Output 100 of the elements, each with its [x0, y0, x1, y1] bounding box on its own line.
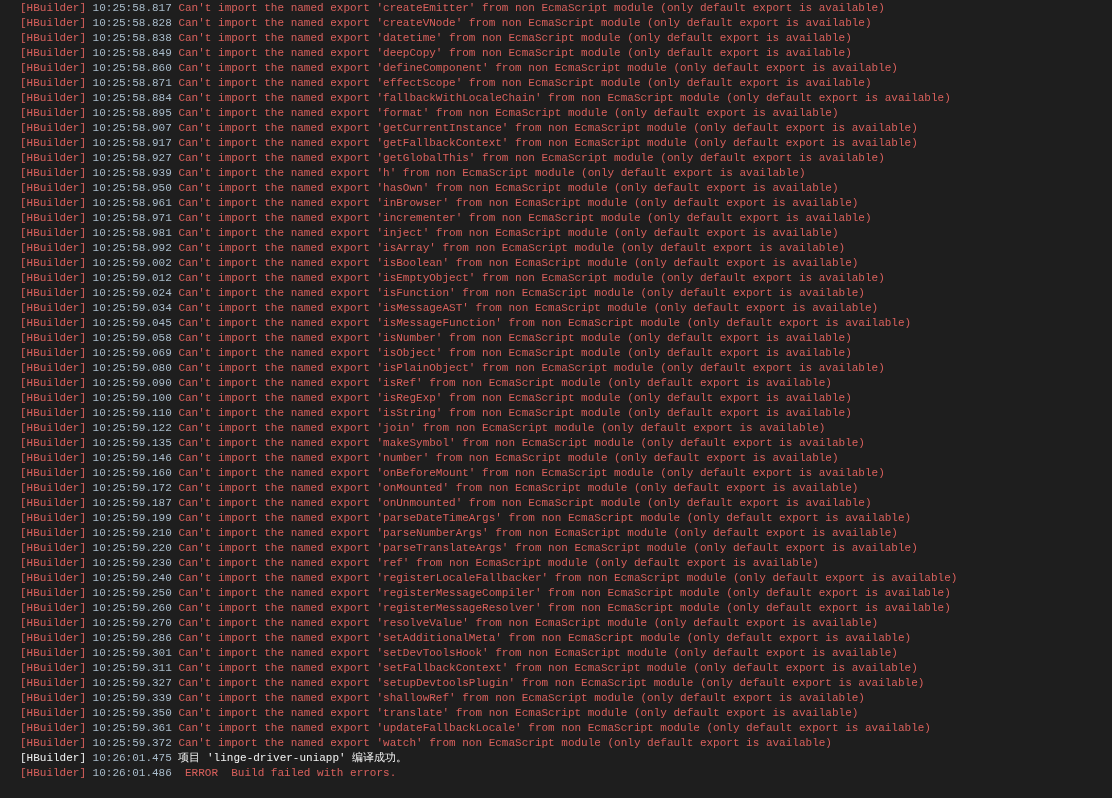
log-timestamp: 10:25:58.939: [92, 166, 172, 181]
log-message: Can't import the named export 'parseTranslateArgs' from non EcmaScript module (only default export is available): [178, 541, 918, 556]
log-timestamp: 10:25:59.034: [92, 301, 172, 316]
log-source: [HBuilder]: [20, 616, 86, 631]
log-source: [HBuilder]: [20, 631, 86, 646]
log-source: [HBuilder]: [20, 331, 86, 346]
log-message: Can't import the named export 'getCurrentInstance' from non EcmaScript module (only default export is available): [178, 121, 918, 136]
log-message: Can't import the named export 'deepCopy' from non EcmaScript module (only default export is available): [178, 46, 852, 61]
log-timestamp: 10:25:59.090: [92, 376, 172, 391]
log-source: [HBuilder]: [20, 211, 86, 226]
log-source: [HBuilder]: [20, 241, 86, 256]
log-timestamp: 10:25:59.210: [92, 526, 172, 541]
log-message: Can't import the named export 'setDevToolsHook' from non EcmaScript module (only default export is available): [178, 646, 898, 661]
log-message: Can't import the named export 'setupDevtoolsPlugin' from non EcmaScript module (only default export is available): [178, 676, 925, 691]
log-source: [HBuilder]: [20, 721, 86, 736]
log-timestamp: 10:25:59.339: [92, 691, 172, 706]
log-timestamp: 10:25:59.250: [92, 586, 172, 601]
log-source: [HBuilder]: [20, 301, 86, 316]
log-message: Can't import the named export 'setFallbackContext' from non EcmaScript module (only default export is available): [178, 661, 918, 676]
log-timestamp: 10:25:59.058: [92, 331, 172, 346]
log-message: Can't import the named export 'translate' from non EcmaScript module (only default export is available): [178, 706, 859, 721]
log-message: Can't import the named export 'isMessageAST' from non EcmaScript module (only default export is available): [178, 301, 879, 316]
log-message: Can't import the named export 'isRegExp' from non EcmaScript module (only default export is available): [178, 391, 852, 406]
log-timestamp: 10:25:59.301: [92, 646, 172, 661]
log-message: Can't import the named export 'registerMessageCompiler' from non EcmaScript module (only default export is available): [178, 586, 951, 601]
log-message: Can't import the named export 'defineComponent' from non EcmaScript module (only default export is available): [178, 61, 898, 76]
log-timestamp: 10:25:59.199: [92, 511, 172, 526]
log-timestamp: 10:25:59.361: [92, 721, 172, 736]
log-source: [HBuilder]: [20, 541, 86, 556]
log-source: [HBuilder]: [20, 271, 86, 286]
log-message: Can't import the named export 'isNumber' from non EcmaScript module (only default export is available): [178, 331, 852, 346]
log-message: Can't import the named export 'inBrowser' from non EcmaScript module (only default export is available): [178, 196, 859, 211]
log-message: Can't import the named export 'isEmptyObject' from non EcmaScript module (only default export is available): [178, 271, 885, 286]
log-source: [HBuilder]: [20, 316, 86, 331]
log-message: Can't import the named export 'getGlobalThis' from non EcmaScript module (only default export is available): [178, 151, 885, 166]
log-message: Can't import the named export 'registerLocaleFallbacker' from non EcmaScript module (only default export is available): [178, 571, 958, 586]
log-message: Can't import the named export 'effectScope' from non EcmaScript module (only default export is available): [178, 76, 872, 91]
log-source: [HBuilder]: [20, 391, 86, 406]
log-timestamp: 10:25:58.950: [92, 181, 172, 196]
log-message: Can't import the named export 'hasOwn' from non EcmaScript module (only default export is available): [178, 181, 839, 196]
log-timestamp: 10:25:59.240: [92, 571, 172, 586]
log-timestamp: 10:25:59.220: [92, 541, 172, 556]
log-timestamp: 10:25:59.024: [92, 286, 172, 301]
log-timestamp: 10:25:59.230: [92, 556, 172, 571]
log-timestamp: 10:25:58.907: [92, 121, 172, 136]
log-source: [HBuilder]: [20, 766, 86, 781]
log-source: [HBuilder]: [20, 406, 86, 421]
log-message: Can't import the named export 'makeSymbol' from non EcmaScript module (only default export is available): [178, 436, 865, 451]
log-timestamp: 10:25:58.917: [92, 136, 172, 151]
log-timestamp: 10:25:59.069: [92, 346, 172, 361]
log-timestamp: 10:25:58.884: [92, 91, 172, 106]
log-timestamp: 10:25:59.080: [92, 361, 172, 376]
log-source: [HBuilder]: [20, 16, 86, 31]
log-timestamp: 10:25:59.110: [92, 406, 172, 421]
log-message: Can't import the named export 'fallbackWithLocaleChain' from non EcmaScript module (only default export is available): [178, 91, 951, 106]
log-source: [HBuilder]: [20, 151, 86, 166]
log-timestamp: 10:25:59.146: [92, 451, 172, 466]
log-timestamp: 10:25:59.002: [92, 256, 172, 271]
log-timestamp: 10:25:58.817: [92, 1, 172, 16]
log-source: [HBuilder]: [20, 106, 86, 121]
log-timestamp: 10:25:58.828: [92, 16, 172, 31]
log-timestamp: 10:25:58.849: [92, 46, 172, 61]
log-source: [HBuilder]: [20, 451, 86, 466]
log-message: Can't import the named export 'onUnmounted' from non EcmaScript module (only default export is available): [178, 496, 872, 511]
log-timestamp: 10:25:59.260: [92, 601, 172, 616]
log-timestamp: 10:25:59.172: [92, 481, 172, 496]
log-source: [HBuilder]: [20, 91, 86, 106]
log-source: [HBuilder]: [20, 31, 86, 46]
log-message: ERROR Build failed with errors.: [184, 766, 397, 781]
log-message: Can't import the named export 'getFallbackContext' from non EcmaScript module (only default export is available): [178, 136, 918, 151]
log-timestamp: 10:25:59.100: [92, 391, 172, 406]
log-source: [HBuilder]: [20, 421, 86, 436]
log-message: Can't import the named export 'isArray' from non EcmaScript module (only default export is available): [178, 241, 846, 256]
log-message: Can't import the named export 'registerMessageResolver' from non EcmaScript module (only default export is available): [178, 601, 951, 616]
log-source: [HBuilder]: [20, 166, 86, 181]
log-message: Can't import the named export 'h' from non EcmaScript module (only default export is available): [178, 166, 806, 181]
log-source: [HBuilder]: [20, 181, 86, 196]
log-source: [HBuilder]: [20, 481, 86, 496]
log-message: Can't import the named export 'resolveValue' from non EcmaScript module (only default export is available): [178, 616, 879, 631]
log-source: [HBuilder]: [20, 511, 86, 526]
log-timestamp: 10:25:58.971: [92, 211, 172, 226]
log-source: [HBuilder]: [20, 571, 86, 586]
log-timestamp: 10:25:59.372: [92, 736, 172, 751]
log-message: Can't import the named export 'createEmitter' from non EcmaScript module (only default export is available): [178, 1, 885, 16]
log-source: [HBuilder]: [20, 346, 86, 361]
log-timestamp: 10:25:58.961: [92, 196, 172, 211]
log-timestamp: 10:25:59.187: [92, 496, 172, 511]
log-source: [HBuilder]: [20, 691, 86, 706]
log-timestamp: 10:25:59.122: [92, 421, 172, 436]
log-message: Can't import the named export 'datetime' from non EcmaScript module (only default export is available): [178, 31, 852, 46]
log-source: [HBuilder]: [20, 736, 86, 751]
log-source: [HBuilder]: [20, 466, 86, 481]
log-message: Can't import the named export 'createVNode' from non EcmaScript module (only default export is available): [178, 16, 872, 31]
log-message: Can't import the named export 'parseNumberArgs' from non EcmaScript module (only default export is available): [178, 526, 898, 541]
log-source: [HBuilder]: [20, 226, 86, 241]
log-message: Can't import the named export 'number' from non EcmaScript module (only default export is available): [178, 451, 839, 466]
log-source: [HBuilder]: [20, 601, 86, 616]
log-message: Can't import the named export 'ref' from non EcmaScript module (only default export is available): [178, 556, 819, 571]
log-source: [HBuilder]: [20, 121, 86, 136]
log-message: Can't import the named export 'isFunction' from non EcmaScript module (only default export is available): [178, 286, 865, 301]
